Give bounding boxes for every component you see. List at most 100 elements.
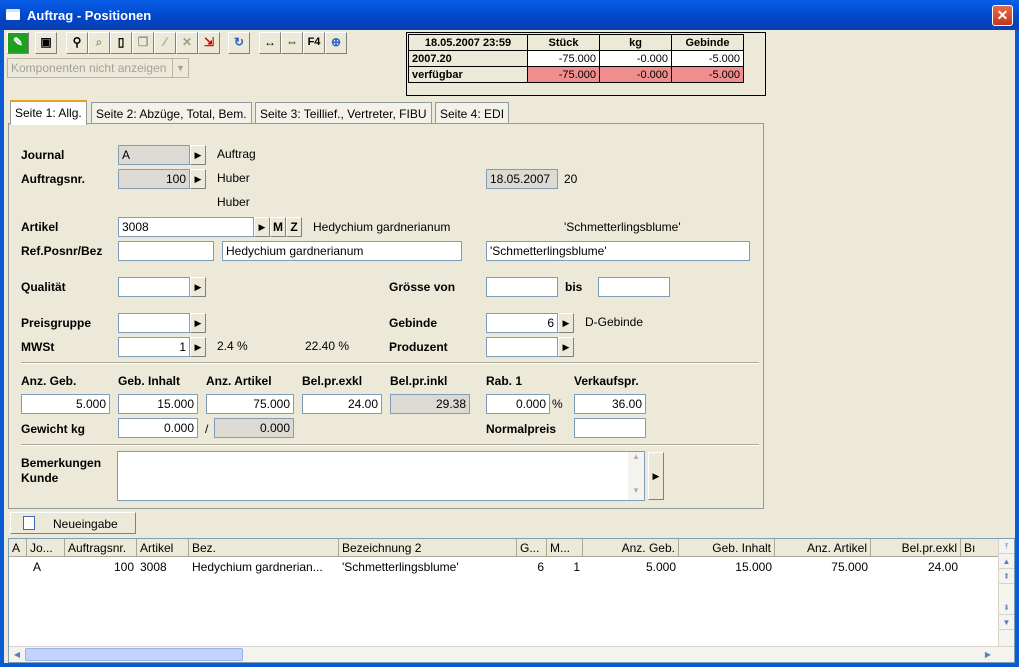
scroll-top-icon[interactable]: ⤒ bbox=[999, 539, 1014, 554]
delete-icon[interactable]: ✕ bbox=[176, 32, 198, 54]
bemerkungen-textarea[interactable]: ▲ ▼ bbox=[117, 451, 645, 501]
rab1-input[interactable]: 0.000 bbox=[486, 394, 550, 414]
scroll-down-icon[interactable]: ▼ bbox=[999, 615, 1014, 630]
zoom-icon[interactable]: ⊕ bbox=[325, 32, 347, 54]
refposnr-label: Ref.Posnr/Bez bbox=[21, 244, 103, 258]
grid-cell: 15.000 bbox=[735, 560, 772, 574]
components-combo[interactable]: Komponenten nicht anzeigen ▼ bbox=[7, 58, 189, 78]
journal-input[interactable]: A bbox=[118, 145, 190, 165]
tab-seite-1[interactable]: Seite 1: Allg. bbox=[10, 100, 87, 125]
grid-cell: 6 bbox=[537, 560, 544, 574]
summary-row-label: verfügbar bbox=[408, 66, 528, 83]
belpr-exkl-input[interactable]: 24.00 bbox=[302, 394, 382, 414]
find-icon[interactable]: ⚲ bbox=[66, 32, 88, 54]
groesse-bis-input[interactable] bbox=[598, 277, 670, 297]
artikel-lookup-button[interactable]: ▶ bbox=[254, 217, 270, 237]
tab-seite-2[interactable]: Seite 2: Abzüge, Total, Bem. bbox=[91, 102, 252, 124]
gewicht-input[interactable]: 0.000 bbox=[118, 418, 198, 438]
grid-header[interactable]: Anz. Artikel bbox=[775, 539, 871, 557]
geb-inhalt-input[interactable]: 15.000 bbox=[118, 394, 198, 414]
export-icon[interactable]: ⇲ bbox=[198, 32, 220, 54]
grid-horizontal-scrollbar[interactable]: ◀ ▶ bbox=[9, 646, 1014, 662]
scroll-thumb[interactable] bbox=[25, 648, 243, 661]
grid-cell: A bbox=[33, 560, 42, 574]
scroll-up-icon[interactable]: ▲ bbox=[628, 452, 644, 466]
normalpreis-input[interactable] bbox=[574, 418, 646, 438]
order-date: 18.05.2007 bbox=[486, 169, 558, 189]
width-icon[interactable]: ↔ bbox=[259, 32, 281, 54]
anz-geb-input[interactable]: 5.000 bbox=[21, 394, 110, 414]
verkaufspr-input[interactable]: 36.00 bbox=[574, 394, 646, 414]
refposnr-input[interactable] bbox=[118, 241, 214, 261]
grid-header[interactable]: A bbox=[9, 539, 27, 557]
grid-header[interactable]: Jo... bbox=[27, 539, 65, 557]
anz-artikel-input[interactable]: 75.000 bbox=[206, 394, 294, 414]
neueingabe-button[interactable]: Neueingabe bbox=[10, 512, 136, 534]
groesse-von-input[interactable] bbox=[486, 277, 558, 297]
summary-value: -5.000 bbox=[671, 50, 744, 67]
grid-header[interactable]: Bez. bbox=[189, 539, 339, 557]
grid-header[interactable]: G... bbox=[517, 539, 547, 557]
fit-icon[interactable]: ⇔ bbox=[281, 32, 303, 54]
scroll-left-icon[interactable]: ◀ bbox=[9, 647, 25, 662]
bezeichnung-2-input[interactable]: 'Schmetterlingsblume' bbox=[486, 241, 750, 261]
bis-label: bis bbox=[565, 280, 583, 294]
grid-cell bbox=[9, 560, 27, 576]
window-icon bbox=[6, 9, 20, 20]
artikel-m-button[interactable]: M bbox=[270, 217, 286, 237]
scroll-page-up-icon[interactable]: ⇞ bbox=[999, 569, 1014, 584]
preisgruppe-lookup-button[interactable]: ▶ bbox=[190, 313, 206, 333]
scroll-right-icon[interactable]: ▶ bbox=[980, 647, 996, 662]
gebinde-lookup-button[interactable]: ▶ bbox=[558, 313, 574, 333]
bezeichnung-1-input[interactable]: Hedychium gardnerianum bbox=[222, 241, 462, 261]
qualitaet-lookup-button[interactable]: ▶ bbox=[190, 277, 206, 297]
grid-header[interactable]: Bı bbox=[961, 539, 999, 557]
bemerkungen-lookup-button[interactable]: ▶ bbox=[648, 452, 664, 500]
scroll-page-down-icon[interactable]: ⇟ bbox=[999, 600, 1014, 615]
memo-scrollbar[interactable]: ▲ ▼ bbox=[628, 452, 644, 500]
gebinde-input[interactable]: 6 bbox=[486, 313, 558, 333]
components-combo-value: Komponenten nicht anzeigen bbox=[11, 61, 167, 75]
customer-name-2: Huber bbox=[217, 195, 250, 209]
auftragsnr-label: Auftragsnr. bbox=[21, 172, 86, 186]
auftragsnr-input[interactable]: 100 bbox=[118, 169, 190, 189]
grid-header[interactable]: Anz. Geb. bbox=[583, 539, 679, 557]
new-document-icon bbox=[23, 516, 35, 530]
grid-cell: 1 bbox=[573, 560, 580, 574]
artikel-z-button[interactable]: Z bbox=[286, 217, 302, 237]
journal-lookup-button[interactable]: ▶ bbox=[190, 145, 206, 165]
grid-header[interactable]: Geb. Inhalt bbox=[679, 539, 775, 557]
artikel-input[interactable]: 3008 bbox=[118, 217, 254, 237]
scroll-down-icon[interactable]: ▼ bbox=[628, 486, 644, 500]
grid-header[interactable]: Artikel bbox=[137, 539, 189, 557]
mwst-input[interactable]: 1 bbox=[118, 337, 190, 357]
refresh-icon[interactable]: ↻ bbox=[228, 32, 250, 54]
grid-header[interactable]: M... bbox=[547, 539, 583, 557]
new-document-icon[interactable]: ▯ bbox=[110, 32, 132, 54]
summary-header-gebinde: Gebinde bbox=[671, 34, 744, 51]
rab1-label: Rab. 1 bbox=[486, 374, 523, 388]
produzent-lookup-button[interactable]: ▶ bbox=[558, 337, 574, 357]
tab-seite-3[interactable]: Seite 3: Teillief., Vertreter, FIBU bbox=[255, 102, 432, 124]
tab-seite-4[interactable]: Seite 4: EDI bbox=[435, 102, 510, 124]
bemerkungen-label: Bemerkungen bbox=[21, 456, 102, 470]
grid-header[interactable]: Auftragsnr. bbox=[65, 539, 137, 557]
f4-button[interactable]: F4 bbox=[303, 32, 325, 54]
search-icon[interactable]: ⌕ bbox=[88, 32, 110, 54]
gewicht-label: Gewicht kg bbox=[21, 422, 86, 436]
geb-inhalt-label: Geb. Inhalt bbox=[118, 374, 181, 388]
auftragsnr-lookup-button[interactable]: ▶ bbox=[190, 169, 206, 189]
grid-header[interactable]: Bezeichnung 2 bbox=[339, 539, 517, 557]
grid-header[interactable]: Bel.pr.exkl bbox=[871, 539, 961, 557]
copy-icon[interactable]: ❐ bbox=[132, 32, 154, 54]
wand-icon[interactable]: ⁄ bbox=[154, 32, 176, 54]
mwst-lookup-button[interactable]: ▶ bbox=[190, 337, 206, 357]
preisgruppe-input[interactable] bbox=[118, 313, 190, 333]
close-button[interactable]: ✕ bbox=[992, 5, 1013, 26]
edit-icon[interactable]: ✎ bbox=[7, 32, 29, 54]
produzent-input[interactable] bbox=[486, 337, 558, 357]
scroll-up-icon[interactable]: ▲ bbox=[999, 554, 1014, 569]
grid-vertical-scrollbar[interactable]: ⤒ ▲ ⇞ ⇟ ▼ bbox=[998, 539, 1014, 646]
save-icon[interactable]: ▣ bbox=[35, 32, 57, 54]
qualitaet-input[interactable] bbox=[118, 277, 190, 297]
